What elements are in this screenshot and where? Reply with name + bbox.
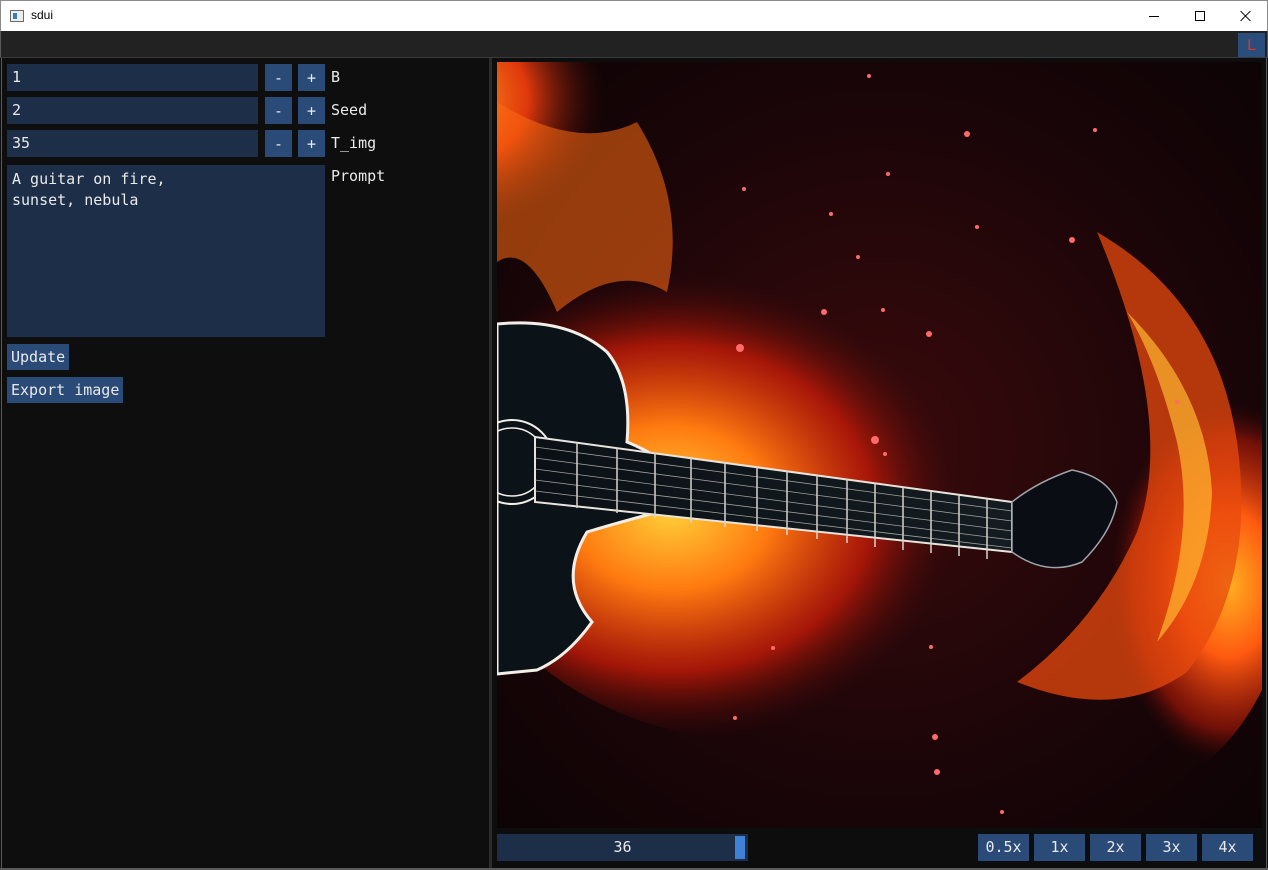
- seed-increment-button[interactable]: +: [298, 97, 325, 124]
- batch-input[interactable]: 1: [7, 64, 258, 91]
- export-image-button[interactable]: Export image: [7, 377, 124, 403]
- close-button[interactable]: [1223, 1, 1268, 31]
- step-slider[interactable]: 36: [497, 834, 748, 861]
- zoom-1x-button[interactable]: 1x: [1034, 834, 1085, 861]
- zoom-3x-button[interactable]: 3x: [1146, 834, 1197, 861]
- title-bar: sdui: [0, 0, 1268, 31]
- menu-bar: L: [0, 31, 1268, 58]
- minimize-button[interactable]: [1131, 1, 1177, 31]
- zoom-2x-button[interactable]: 2x: [1090, 834, 1141, 861]
- app-icon: [10, 10, 24, 22]
- seed-input[interactable]: 2: [7, 97, 258, 124]
- prompt-label: Prompt: [331, 167, 386, 185]
- zoom-0-5x-button[interactable]: 0.5x: [978, 834, 1029, 861]
- slider-value: 36: [613, 838, 632, 856]
- batch-label: B: [331, 68, 341, 86]
- batch-increment-button[interactable]: +: [298, 64, 325, 91]
- guitar-fire-image: [497, 62, 1262, 828]
- zoom-4x-button[interactable]: 4x: [1202, 834, 1253, 861]
- generated-image[interactable]: [497, 62, 1262, 828]
- maximize-button[interactable]: [1177, 1, 1223, 31]
- l-button[interactable]: L: [1238, 33, 1265, 57]
- maximize-icon: [1195, 11, 1205, 21]
- t-img-label: T_img: [331, 134, 377, 152]
- t-img-input[interactable]: 35: [7, 130, 258, 157]
- seed-decrement-button[interactable]: -: [265, 97, 292, 124]
- seed-label: Seed: [331, 101, 368, 119]
- close-icon: [1240, 10, 1252, 22]
- batch-decrement-button[interactable]: -: [265, 64, 292, 91]
- update-button[interactable]: Update: [7, 344, 70, 370]
- window-title: sdui: [31, 8, 54, 22]
- t-img-increment-button[interactable]: +: [298, 130, 325, 157]
- prompt-textarea[interactable]: A guitar on fire, sunset, nebula: [7, 165, 325, 337]
- slider-handle[interactable]: [735, 836, 745, 859]
- t-img-decrement-button[interactable]: -: [265, 130, 292, 157]
- minimize-icon: [1149, 15, 1159, 17]
